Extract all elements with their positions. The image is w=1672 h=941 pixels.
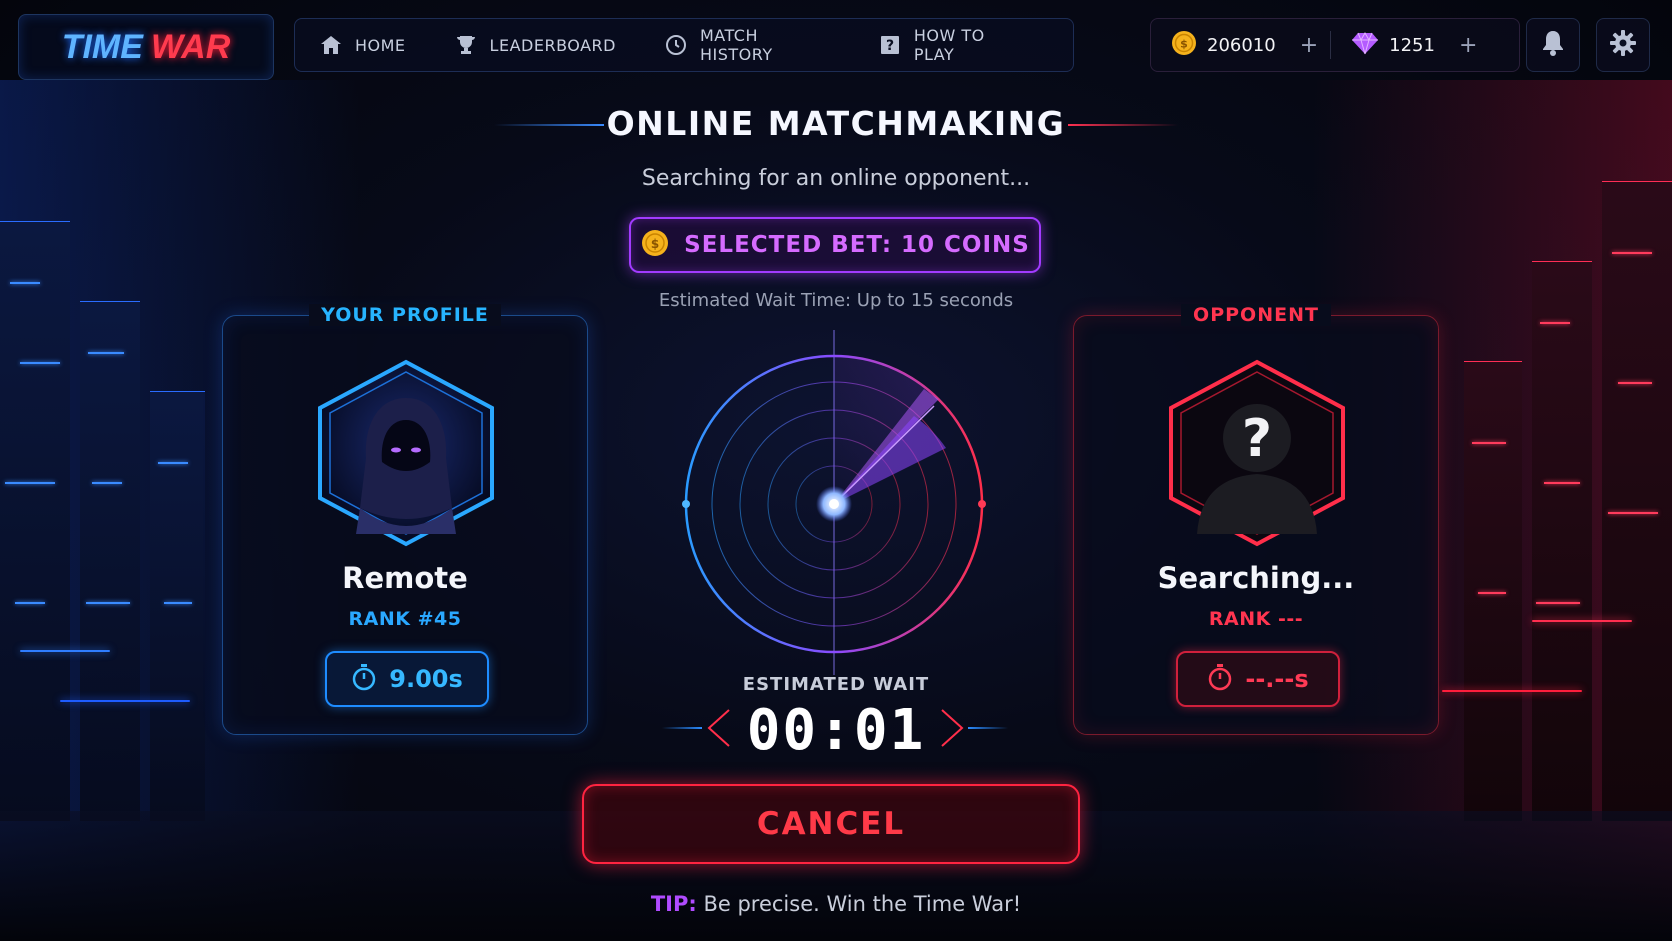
- main-nav: HOME LEADERBOARD MATCH HISTORY ? HOW TO …: [294, 18, 1074, 72]
- cancel-button-label: CANCEL: [756, 806, 906, 842]
- opponent-name: Searching...: [1157, 561, 1355, 595]
- gem-amount: 1251: [1389, 34, 1435, 56]
- help-icon: ?: [878, 33, 902, 57]
- settings-button[interactable]: [1596, 18, 1650, 72]
- search-status-text: Searching for an online opponent...: [641, 166, 1031, 191]
- player-card-title-text: YOUR PROFILE: [309, 304, 501, 326]
- tip-message: Be precise. Win the Time War!: [696, 892, 1022, 916]
- gem-balance: 1251 +: [1351, 31, 1477, 59]
- gear-icon: [1609, 29, 1637, 61]
- svg-text:$: $: [651, 237, 659, 251]
- nav-match-history-label: MATCH HISTORY: [699, 26, 773, 64]
- add-gems-button[interactable]: +: [1459, 33, 1477, 58]
- coin-icon: $: [640, 228, 670, 262]
- nav-leaderboard-label: LEADERBOARD: [489, 35, 616, 55]
- selected-bet-label: SELECTED BET: 10 COINS: [684, 232, 1030, 258]
- bell-icon: [1540, 29, 1566, 61]
- estimated-wait-timer: 00:01: [746, 698, 926, 763]
- add-coins-button[interactable]: +: [1300, 33, 1318, 58]
- opponent-avatar-placeholder: ?: [1169, 359, 1345, 547]
- light-streak: [1532, 620, 1632, 622]
- svg-text:?: ?: [886, 38, 894, 54]
- opponent-card-title: OPPONENT: [1074, 304, 1438, 326]
- logo-text-time: TIME: [61, 27, 143, 66]
- player-profile-card: YOUR PROFILE Remote RANK #45 9.00s: [222, 304, 588, 735]
- page-title: ONLINE MATCHMAKING: [606, 104, 1066, 143]
- nav-match-history[interactable]: MATCH HISTORY: [664, 26, 830, 64]
- gem-icon: [1351, 31, 1379, 59]
- nav-how-to-play-label: HOW TO PLAY: [913, 26, 985, 64]
- home-icon: [319, 33, 343, 57]
- nav-leaderboard[interactable]: LEADERBOARD: [454, 33, 616, 57]
- light-streak: [20, 650, 110, 652]
- currency-divider: [1330, 31, 1332, 59]
- player-rank: RANK #45: [348, 608, 462, 630]
- game-logo[interactable]: TIME WAR: [18, 14, 274, 80]
- opponent-card-title-text: OPPONENT: [1181, 304, 1331, 326]
- coin-amount: 206010: [1207, 34, 1276, 56]
- tip-text: TIP: Be precise. Win the Time War!: [0, 892, 1672, 916]
- player-name: Remote: [342, 561, 468, 595]
- cancel-button[interactable]: CANCEL: [582, 784, 1080, 864]
- opponent-profile-card: OPPONENT ? Searching... RANK --- --.--s: [1073, 304, 1439, 735]
- currency-bar: $ 206010 + 1251 +: [1150, 18, 1520, 72]
- radar-marker-right: [978, 500, 986, 508]
- nav-how-to-play[interactable]: ? HOW TO PLAY: [878, 26, 1025, 64]
- coin-balance: $ 206010 +: [1171, 30, 1318, 60]
- tip-key: TIP:: [650, 892, 697, 916]
- history-clock-icon: [664, 33, 688, 57]
- radar-scanner: [634, 330, 1034, 675]
- selected-bet-badge: $ SELECTED BET: 10 COINS: [629, 217, 1041, 273]
- nav-home-label: HOME: [355, 35, 406, 55]
- player-avatar: [318, 359, 494, 547]
- opponent-rank: RANK ---: [1208, 608, 1304, 630]
- nav-home[interactable]: HOME: [319, 33, 406, 57]
- player-card-title: YOUR PROFILE: [223, 304, 587, 326]
- coin-icon: $: [1171, 30, 1197, 60]
- svg-text:$: $: [1180, 38, 1188, 51]
- radar-core: [829, 499, 839, 509]
- unknown-icon: ?: [1242, 409, 1272, 469]
- logo-text-war: WAR: [150, 27, 231, 66]
- estimated-wait-label: ESTIMATED WAIT: [742, 674, 930, 695]
- trophy-icon: [454, 33, 478, 57]
- notifications-button[interactable]: [1526, 18, 1580, 72]
- radar-marker-left: [682, 500, 690, 508]
